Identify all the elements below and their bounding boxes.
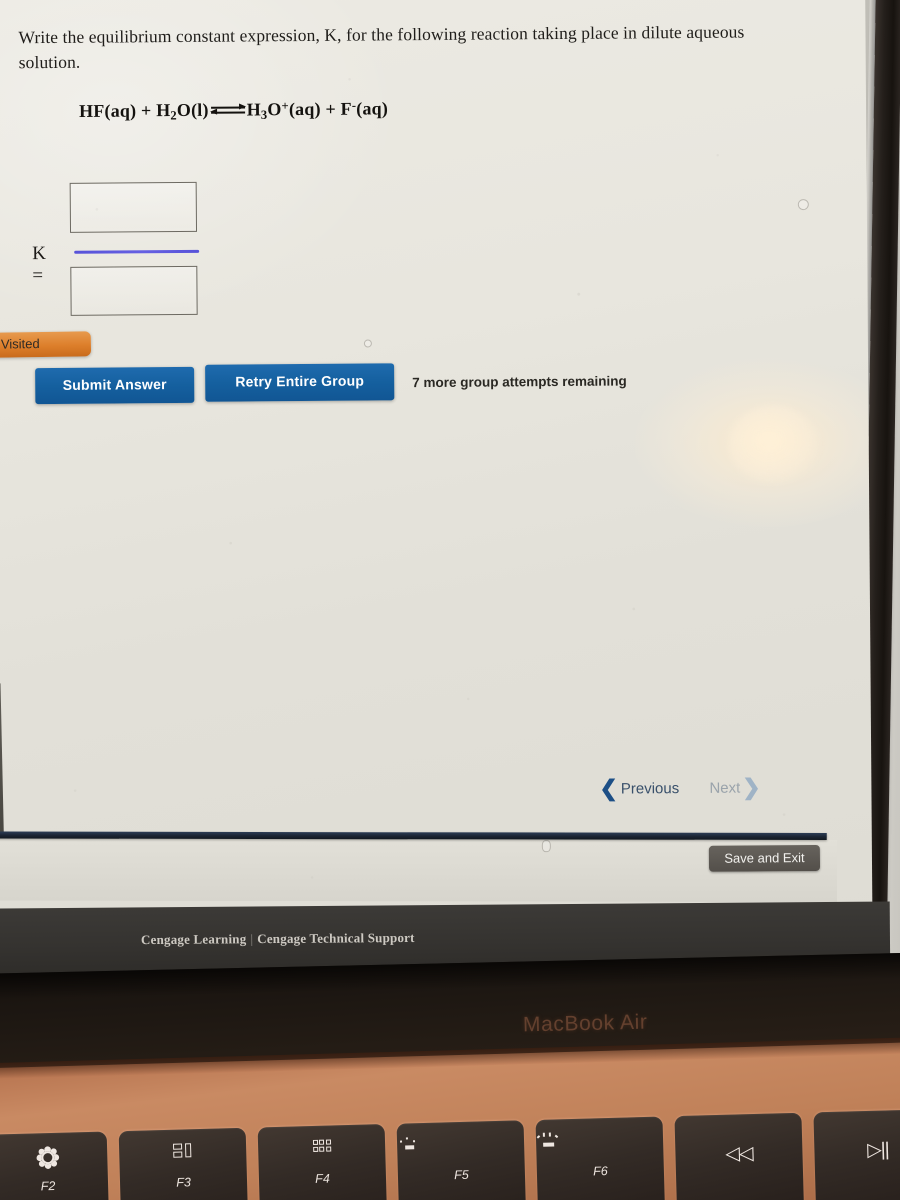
previous-label: Previous [620, 779, 680, 798]
next-label: Next [709, 779, 741, 797]
k-equals-label: K = [32, 243, 47, 287]
footer-links: Cengage Learning | Cengage Technical Suppo… [141, 930, 415, 948]
screen-glare [728, 404, 820, 484]
next-button[interactable]: Next ❯ [709, 774, 761, 800]
keyboard-backlight-down-key[interactable]: F5 [396, 1120, 527, 1200]
mission-control-icon [119, 1142, 246, 1164]
key-label: F3 [176, 1175, 192, 1190]
play-pause-icon: ▷|| [866, 1139, 889, 1161]
keyboard-backlight-up-key[interactable]: F6 [535, 1116, 666, 1200]
footer-separator: | [250, 931, 254, 947]
screenshot-root: Write the equilibrium constant expressio… [0, 0, 900, 1200]
previous-button[interactable]: ❮ Previous [599, 775, 680, 801]
chevron-left-icon: ❮ [599, 775, 618, 801]
equilibrium-arrow-icon [209, 102, 246, 118]
numerator-input[interactable] [69, 181, 198, 233]
chevron-right-icon: ❯ [742, 774, 761, 800]
dust-speck [797, 199, 809, 211]
chemical-equation: HF(aq) + H2O(l) H3O+(aq) + F-(aq) [79, 98, 388, 124]
key-label: F2 [40, 1178, 56, 1194]
denominator-input[interactable] [70, 265, 198, 316]
equation-reactant-2: H2O(l) [156, 100, 209, 123]
equation-reactant-1: HF(aq) [78, 100, 137, 122]
equation-product-2: F-(aq) [340, 98, 389, 119]
rewind-icon: ◁◁ [725, 1143, 753, 1165]
retry-entire-group-button[interactable]: Retry Entire Group [205, 363, 395, 402]
question-prompt: Write the equilibrium constant expressio… [18, 21, 745, 73]
dust-speck [541, 840, 551, 853]
attempts-remaining-text: 7 more group attempts remaining [412, 373, 627, 391]
key-label: F5 [453, 1167, 469, 1183]
rewind-key[interactable]: ◁◁ [674, 1112, 804, 1200]
launchpad-key[interactable]: F4 [257, 1124, 388, 1200]
equation-plus-1: + [140, 100, 152, 121]
brightness-icon [0, 1146, 108, 1169]
page-left-border [0, 683, 4, 834]
status-badge-visited: Visited [0, 331, 92, 358]
key-label: F4 [315, 1171, 330, 1186]
brightness-up-key[interactable]: F2 [0, 1131, 110, 1200]
equation-product-1: H3O+(aq) [246, 99, 321, 123]
save-and-exit-button[interactable]: Save and Exit [708, 844, 821, 872]
keyboard-backlight-down-icon [397, 1134, 524, 1150]
fraction-bar [74, 249, 200, 254]
macbook-air-wordmark: MacBook Air [522, 1010, 648, 1037]
key-label: F6 [592, 1164, 608, 1179]
visited-badge-label: Visited [0, 336, 40, 352]
submit-answer-button[interactable]: Submit Answer [35, 366, 195, 405]
keyboard-backlight-up-icon [536, 1130, 663, 1147]
mission-control-key[interactable]: F3 [118, 1127, 249, 1200]
launchpad-icon [258, 1138, 385, 1160]
laptop-screen: Write the equilibrium constant expressio… [0, 0, 873, 979]
cengage-technical-support-link[interactable]: Cengage Technical Support [257, 930, 415, 946]
dust-speck [363, 339, 372, 348]
cengage-learning-link[interactable]: Cengage Learning [141, 931, 247, 947]
section-divider [0, 831, 827, 840]
play-pause-key[interactable]: ▷|| [813, 1108, 900, 1200]
equation-plus-2: + [325, 99, 337, 120]
